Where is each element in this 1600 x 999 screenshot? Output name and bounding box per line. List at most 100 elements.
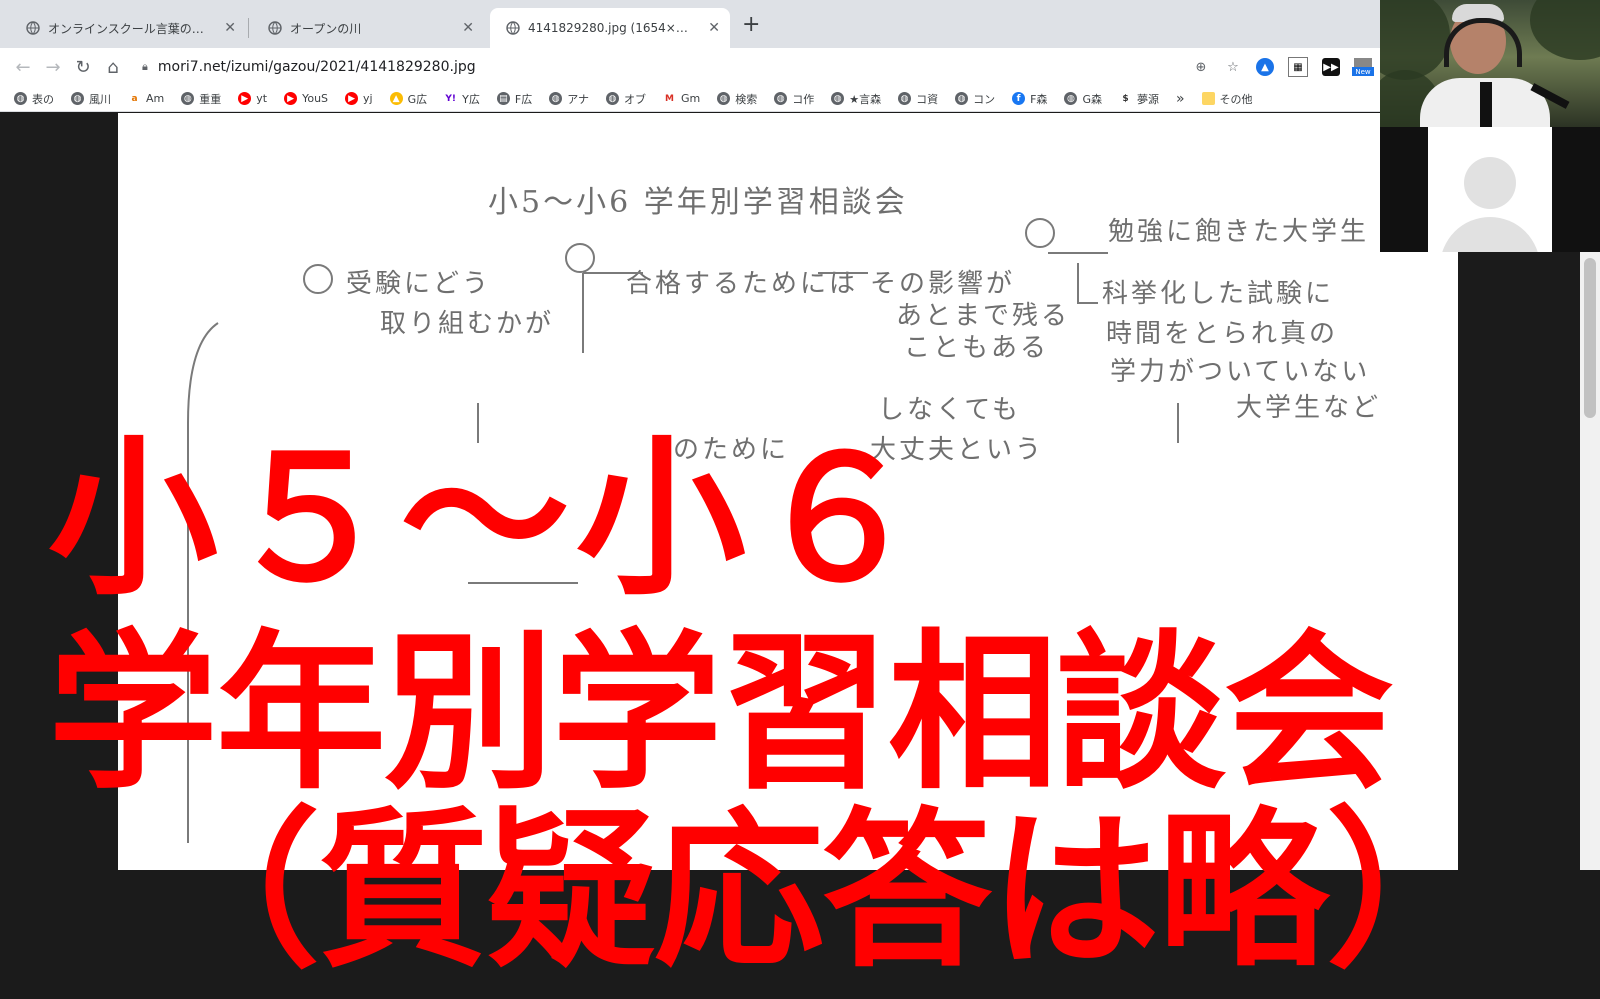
folder-icon: [1201, 92, 1215, 105]
bookmark-label: 風川: [89, 92, 111, 106]
globe-icon: ◍: [14, 92, 27, 105]
bookmark-label: yt: [256, 92, 268, 105]
bookmark-item[interactable]: ▶ yj: [345, 92, 373, 105]
amazon-icon: a: [128, 92, 141, 105]
bookmark-label: G森: [1082, 92, 1102, 106]
avatar-body: [1440, 217, 1540, 252]
bookmark-label: コ作: [792, 92, 815, 106]
lock-icon[interactable]: 🔒︎: [142, 60, 148, 74]
vertical-scrollbar[interactable]: [1580, 252, 1600, 870]
bookmark-label: 検索: [735, 92, 758, 106]
facebook-icon: f: [1012, 92, 1026, 105]
dream-icon: $: [1118, 92, 1132, 105]
close-tab-icon[interactable]: ✕: [462, 20, 474, 36]
google-ads-icon: ▲: [389, 92, 403, 105]
tab-separator: [248, 18, 249, 38]
bookmark-label: Y広: [462, 92, 480, 106]
bookmark-label: オブ: [623, 92, 646, 106]
tab-title: オンラインスクール言葉の森／公式ホ: [48, 21, 210, 36]
back-icon[interactable]: ←: [8, 57, 38, 78]
bookmark-label: アナ: [567, 92, 589, 106]
youtube-icon: ▶: [345, 92, 359, 105]
bookmark-item[interactable]: ◍ オブ: [605, 91, 646, 107]
bookmark-label: F広: [514, 92, 533, 106]
bookmark-label: コ資: [916, 92, 939, 106]
bookmark-item[interactable]: ◍ コ作: [774, 91, 814, 107]
bookmark-item[interactable]: ▲ G広: [389, 91, 428, 107]
bookmark-item[interactable]: ▤ F広: [496, 91, 533, 107]
bookmark-item[interactable]: ◍ ★言森: [831, 91, 881, 107]
bookmark-item[interactable]: ◍ コ資: [898, 91, 938, 107]
tab-image-active[interactable]: 4141829280.jpg (1654×2340) ✕: [490, 8, 730, 48]
home-icon[interactable]: ⌂: [98, 57, 128, 78]
bookmark-label: 夢源: [1136, 92, 1159, 106]
page-viewport: 小5〜小6 学年別学習相談会 受験にどう 取り組むかが 合格するためには その影…: [0, 113, 1580, 991]
address-toolbar: ← → ↻ ⌂ 🔒︎ mori7.net/izumi/gazou/2021/41…: [0, 48, 1380, 86]
globe-icon: ◍: [71, 92, 84, 105]
scrollbar-thumb[interactable]: [1584, 258, 1596, 418]
forward-icon[interactable]: →: [38, 57, 68, 78]
form-icon: ▤: [496, 92, 510, 105]
bookmark-label: ★言森: [849, 92, 882, 106]
bookmark-label: Am: [146, 92, 165, 105]
close-tab-icon[interactable]: ✕: [224, 20, 236, 36]
globe-icon: [26, 21, 40, 35]
bookmark-label: G広: [407, 92, 428, 106]
globe-icon: ◍: [1064, 92, 1078, 105]
bookmark-label: yj: [363, 92, 373, 105]
webcam-participant-placeholder: [1380, 127, 1600, 252]
tab-open-no-kawa[interactable]: オープンの川 ✕: [252, 8, 484, 48]
globe-icon: [506, 21, 520, 35]
extension-new-icon[interactable]: New: [1352, 58, 1374, 76]
extension-blue-icon[interactable]: ▲: [1256, 58, 1274, 76]
bookmark-item[interactable]: ◍ アナ: [549, 91, 589, 107]
bookmark-item[interactable]: $ 夢源: [1118, 91, 1159, 107]
bookmark-item[interactable]: a Am: [128, 92, 164, 105]
reload-icon[interactable]: ↻: [68, 57, 98, 78]
bookmarks-bar: ◍ 表の ◍ 風川 a Am ◍ 重重 ▶ yt ▶ YouS ▶ yj ▲ G広 Y! Y広 ▤ F広 ◍ アナ ◍ オブ M…: [0, 86, 1380, 112]
more-bookmarks-icon[interactable]: »: [1176, 91, 1185, 107]
globe-icon: ◍: [898, 92, 912, 105]
webcam-presenter: [1380, 0, 1600, 127]
extension-media-icon[interactable]: ▶▶: [1322, 58, 1340, 76]
bookmark-item[interactable]: ◍ 風川: [71, 91, 111, 107]
new-tab-icon[interactable]: +: [742, 12, 760, 37]
globe-icon: ◍: [605, 92, 619, 105]
address-bar[interactable]: 🔒︎ mori7.net/izumi/gazou/2021/4141829280…: [142, 59, 1192, 75]
bookmark-star-icon[interactable]: ☆: [1224, 58, 1242, 76]
bookmark-label: YouS: [302, 92, 329, 105]
bookmark-item[interactable]: ◍ 重重: [181, 91, 221, 107]
youtube-icon: ▶: [284, 92, 298, 105]
bookmark-label: 重重: [199, 92, 222, 106]
bookmark-item[interactable]: ◍ 検索: [717, 91, 757, 107]
globe-icon: ◍: [717, 92, 731, 105]
zoom-icon[interactable]: ⊕: [1192, 58, 1210, 76]
tab-kotoba-no-mori[interactable]: オンラインスクール言葉の森／公式ホ ✕: [10, 8, 246, 48]
bookmark-item[interactable]: f F森: [1012, 91, 1047, 107]
url-text[interactable]: mori7.net/izumi/gazou/2021/4141829280.jp…: [158, 59, 476, 75]
bookmark-label: その他: [1219, 92, 1253, 106]
bookmark-label: F森: [1030, 92, 1048, 106]
globe-icon: ◍: [955, 92, 969, 105]
bookmark-item[interactable]: ◍ G森: [1064, 91, 1102, 107]
globe-icon: ◍: [831, 92, 845, 105]
bookmark-item[interactable]: ▶ yt: [238, 92, 267, 105]
bookmark-label: Gm: [680, 92, 701, 105]
bookmark-item[interactable]: M Gm: [662, 92, 701, 105]
globe-icon: [268, 21, 282, 35]
close-tab-icon[interactable]: ✕: [708, 20, 720, 36]
bookmark-item[interactable]: ◍ コン: [955, 91, 995, 107]
bookmark-label: 表の: [32, 92, 54, 106]
bookmark-item[interactable]: ◍ 表の: [14, 91, 54, 107]
bookmark-item[interactable]: Y! Y広: [444, 91, 480, 107]
bookmark-item[interactable]: ▶ YouS: [284, 92, 328, 105]
globe-icon: ◍: [774, 92, 788, 105]
extension-area: ⊕ ☆ ▲ ▦ ▶▶ New: [1192, 57, 1374, 77]
new-badge: New: [1352, 67, 1374, 76]
bookmark-item[interactable]: その他: [1201, 91, 1253, 107]
overlay-line-note: （質疑応答は略）: [150, 793, 1496, 991]
tab-title: 4141829280.jpg (1654×2340): [528, 21, 695, 35]
yahoo-icon: Y!: [444, 92, 458, 105]
extension-grid-icon[interactable]: ▦: [1288, 57, 1308, 77]
youtube-icon: ▶: [238, 92, 252, 105]
